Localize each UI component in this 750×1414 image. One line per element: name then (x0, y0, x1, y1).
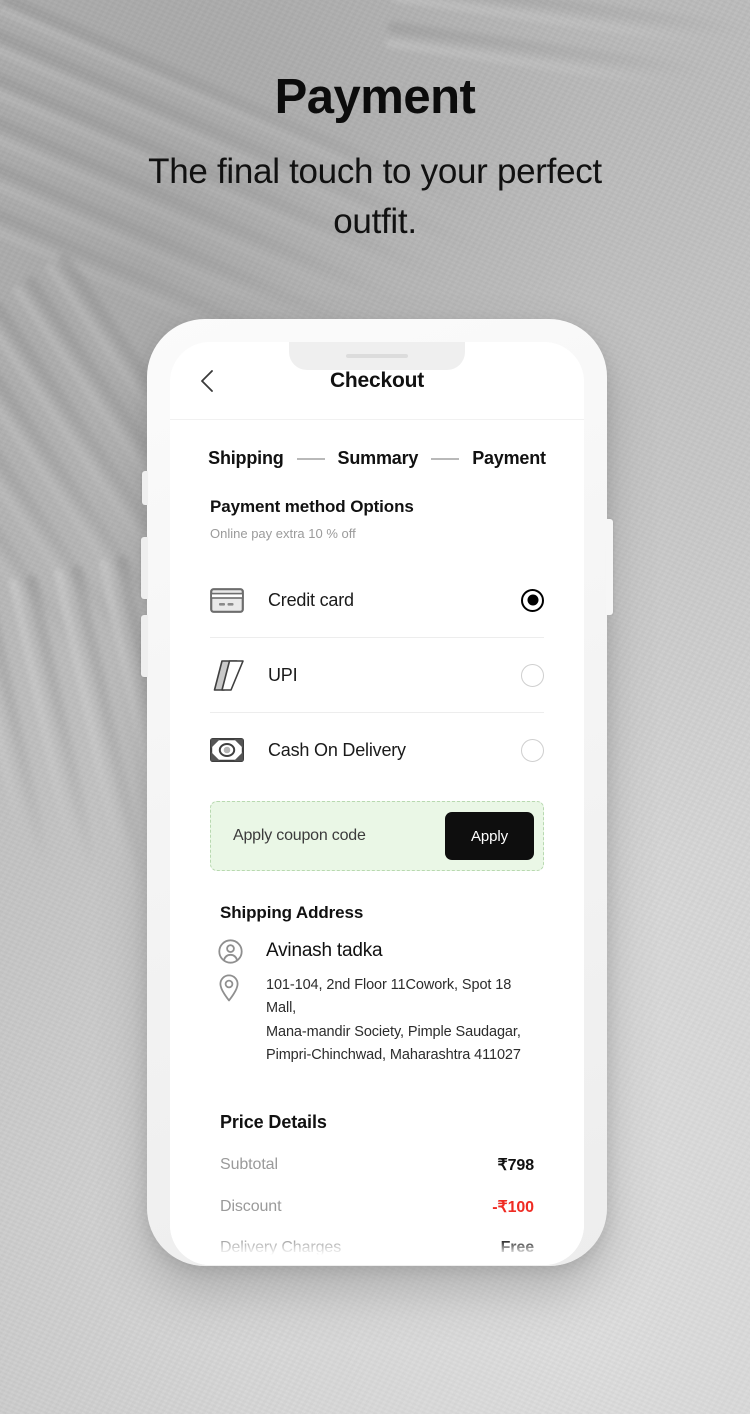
apply-coupon-button[interactable]: Apply (444, 812, 534, 860)
price-label: Discount (220, 1197, 282, 1215)
price-value: ₹798 (497, 1156, 535, 1174)
coupon-box: Apply (210, 801, 544, 871)
payment-radio-cash-on-delivery[interactable] (521, 738, 544, 762)
checkout-step-indicator: Shipping Summary Payment (170, 420, 584, 475)
address-line-1: 101-104, 2nd Floor 11Cowork, Spot 18 Mal… (266, 977, 512, 1017)
phone-mockup: Checkout Shipping Summary Payment Paymen… (141, 319, 613, 1266)
payment-option-upi[interactable]: UPI (210, 638, 544, 713)
phone-power-button[interactable] (606, 519, 613, 615)
earpiece-speaker-icon (346, 354, 408, 358)
step-connector-1 (296, 457, 325, 460)
step-connector-2 (431, 457, 460, 460)
phone-screen: Checkout Shipping Summary Payment Paymen… (170, 342, 584, 1265)
price-details-title: Price Details (220, 1111, 327, 1132)
price-row-subtotal: Subtotal ₹798 (220, 1155, 534, 1175)
price-value: -₹100 (492, 1198, 534, 1216)
user-circle-icon (210, 939, 266, 964)
payment-option-label: UPI (268, 664, 298, 685)
price-label: Delivery Charges (220, 1238, 342, 1256)
credit-card-icon (210, 587, 268, 613)
shipping-address-lines-row: 101-104, 2nd Floor 11Cowork, Spot 18 Mal… (210, 974, 544, 1068)
shipping-address-name: Avinash tadka (266, 940, 383, 961)
hero-text-block: Payment The final touch to your perfect … (0, 70, 750, 247)
payment-section-title: Payment method Options (210, 497, 414, 516)
upi-icon (210, 659, 268, 692)
payment-option-label: Cash On Delivery (268, 739, 406, 760)
payment-section-subtitle: Online pay extra 10 % off (210, 526, 356, 541)
price-label: Subtotal (220, 1155, 278, 1173)
chevron-left-icon (201, 369, 213, 392)
back-button[interactable] (194, 368, 220, 394)
shipping-address-name-row: Avinash tadka (210, 939, 544, 964)
payment-radio-credit-card[interactable] (521, 588, 544, 612)
payment-option-label: Credit card (268, 589, 354, 610)
address-line-3: Pimpri-Chinchwad, Maharashtra 411027 (266, 1047, 521, 1064)
payment-option-cash-on-delivery[interactable]: Cash On Delivery (210, 713, 544, 787)
payment-options-list: Credit card UPI Cash On Delivery (210, 563, 544, 787)
page-title: Payment (274, 70, 476, 124)
price-value: Free (500, 1238, 535, 1256)
map-pin-icon (210, 974, 266, 1002)
price-row-delivery-charges: Delivery Charges Free (220, 1239, 534, 1257)
price-row-discount: Discount -₹100 (220, 1197, 534, 1217)
shipping-address-title: Shipping Address (220, 903, 364, 922)
step-summary[interactable]: Summary (338, 448, 419, 469)
phone-mute-switch[interactable] (142, 471, 148, 505)
phone-notch (289, 342, 465, 370)
page-subtitle: The final touch to your perfect outfit. (148, 152, 602, 242)
banknote-icon (210, 738, 268, 762)
phone-volume-up-button[interactable] (141, 537, 148, 599)
phone-volume-down-button[interactable] (141, 615, 148, 677)
shipping-address-text: 101-104, 2nd Floor 11Cowork, Spot 18 Mal… (266, 974, 544, 1068)
address-line-2: Mana-mandir Society, Pimple Saudagar, (266, 1023, 521, 1040)
app-title: Checkout (329, 368, 425, 392)
step-shipping[interactable]: Shipping (208, 448, 284, 469)
coupon-input[interactable] (233, 827, 445, 845)
payment-option-credit-card[interactable]: Credit card (210, 563, 544, 638)
step-payment[interactable]: Payment (472, 448, 546, 469)
screen-content: Payment method Options Online pay extra … (170, 497, 584, 1257)
payment-radio-upi[interactable] (521, 663, 544, 687)
